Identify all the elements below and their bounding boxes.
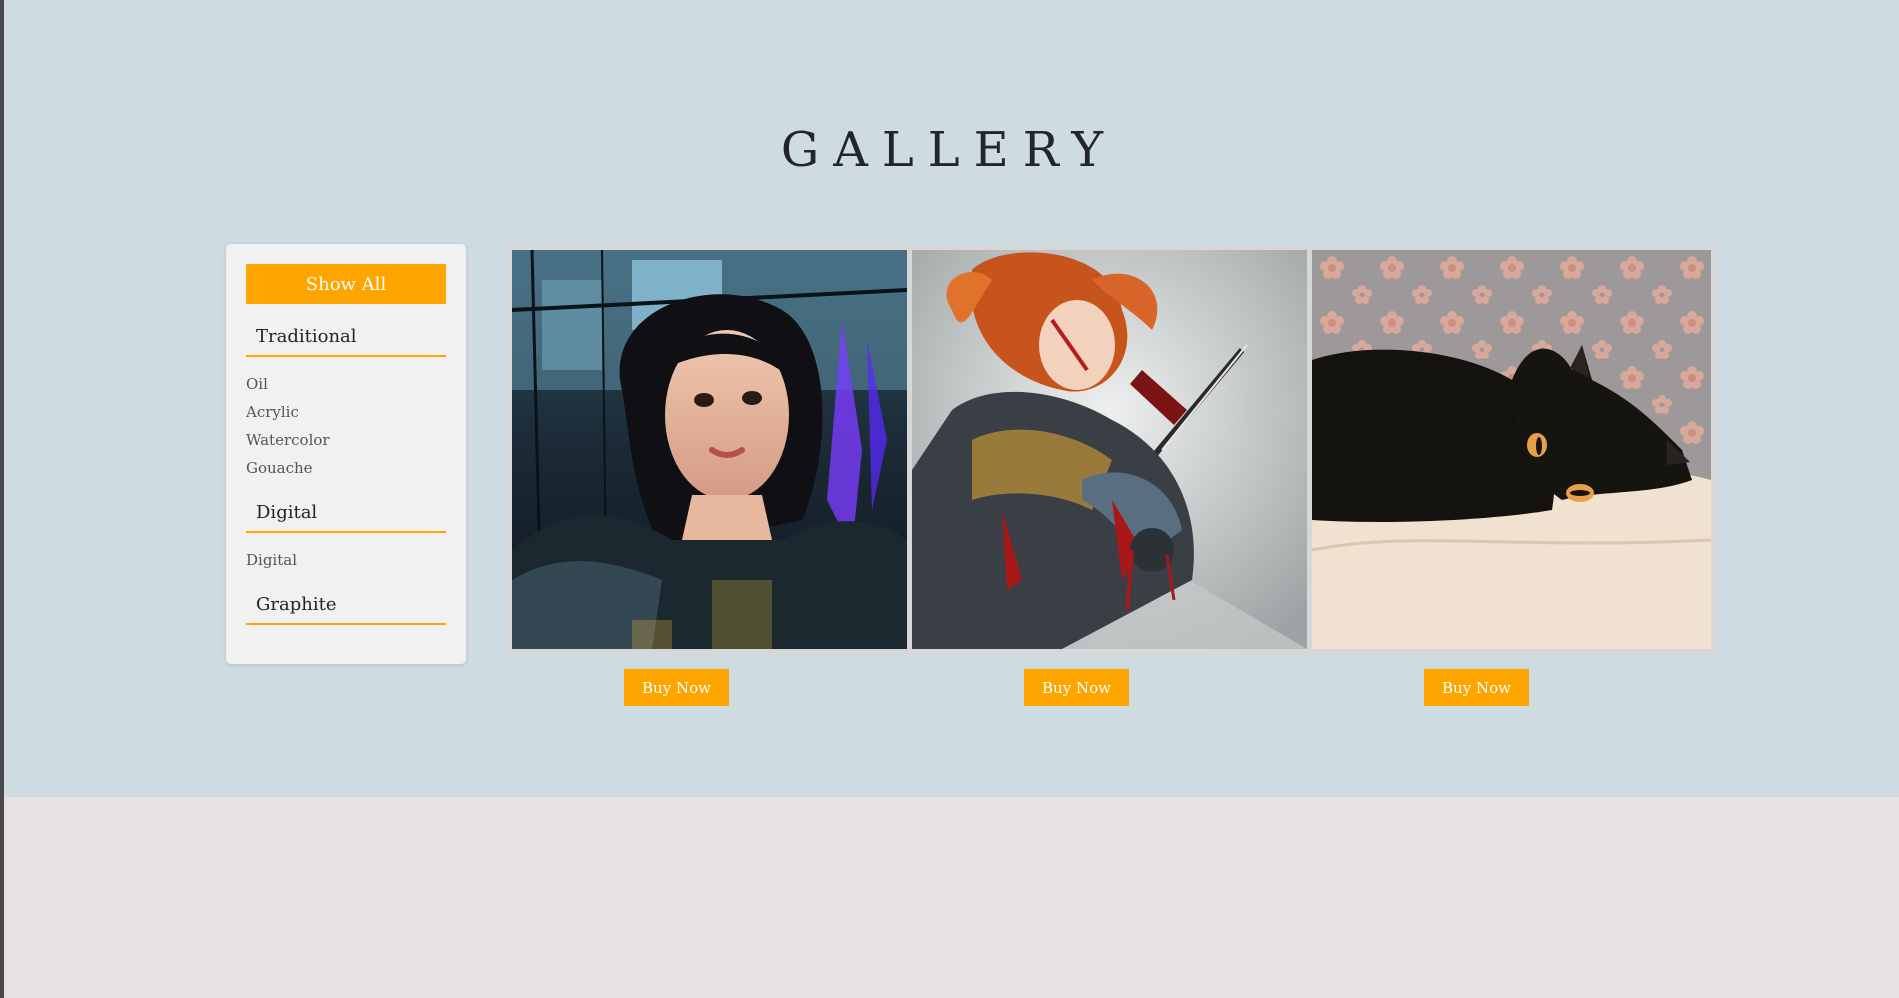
footer-area — [4, 797, 1899, 998]
filter-item-watercolor[interactable]: Watercolor — [246, 431, 330, 449]
category-heading-graphite[interactable]: Graphite — [246, 594, 446, 625]
page-title: GALLERY — [780, 122, 1118, 178]
artwork-image-warrior[interactable] — [912, 250, 1307, 649]
filter-item-digital[interactable]: Digital — [246, 551, 297, 569]
category-heading-traditional[interactable]: Traditional — [246, 326, 446, 357]
filter-item-oil[interactable]: Oil — [246, 375, 268, 393]
show-all-button[interactable]: Show All — [246, 264, 446, 304]
artwork-image-cat[interactable] — [1312, 250, 1711, 649]
buy-now-button[interactable]: Buy Now — [624, 669, 729, 706]
gallery-grid — [508, 245, 1716, 654]
artwork-image-portrait[interactable] — [512, 250, 907, 649]
filter-item-acrylic[interactable]: Acrylic — [246, 403, 299, 421]
category-heading-digital[interactable]: Digital — [246, 502, 446, 533]
gallery-section: GALLERY Show All Traditional Oil Acrylic… — [4, 0, 1899, 797]
buy-now-button[interactable]: Buy Now — [1024, 669, 1129, 706]
filter-item-gouache[interactable]: Gouache — [246, 459, 313, 477]
buy-now-button[interactable]: Buy Now — [1424, 669, 1529, 706]
category-filter-panel: Show All Traditional Oil Acrylic Waterco… — [226, 244, 466, 664]
